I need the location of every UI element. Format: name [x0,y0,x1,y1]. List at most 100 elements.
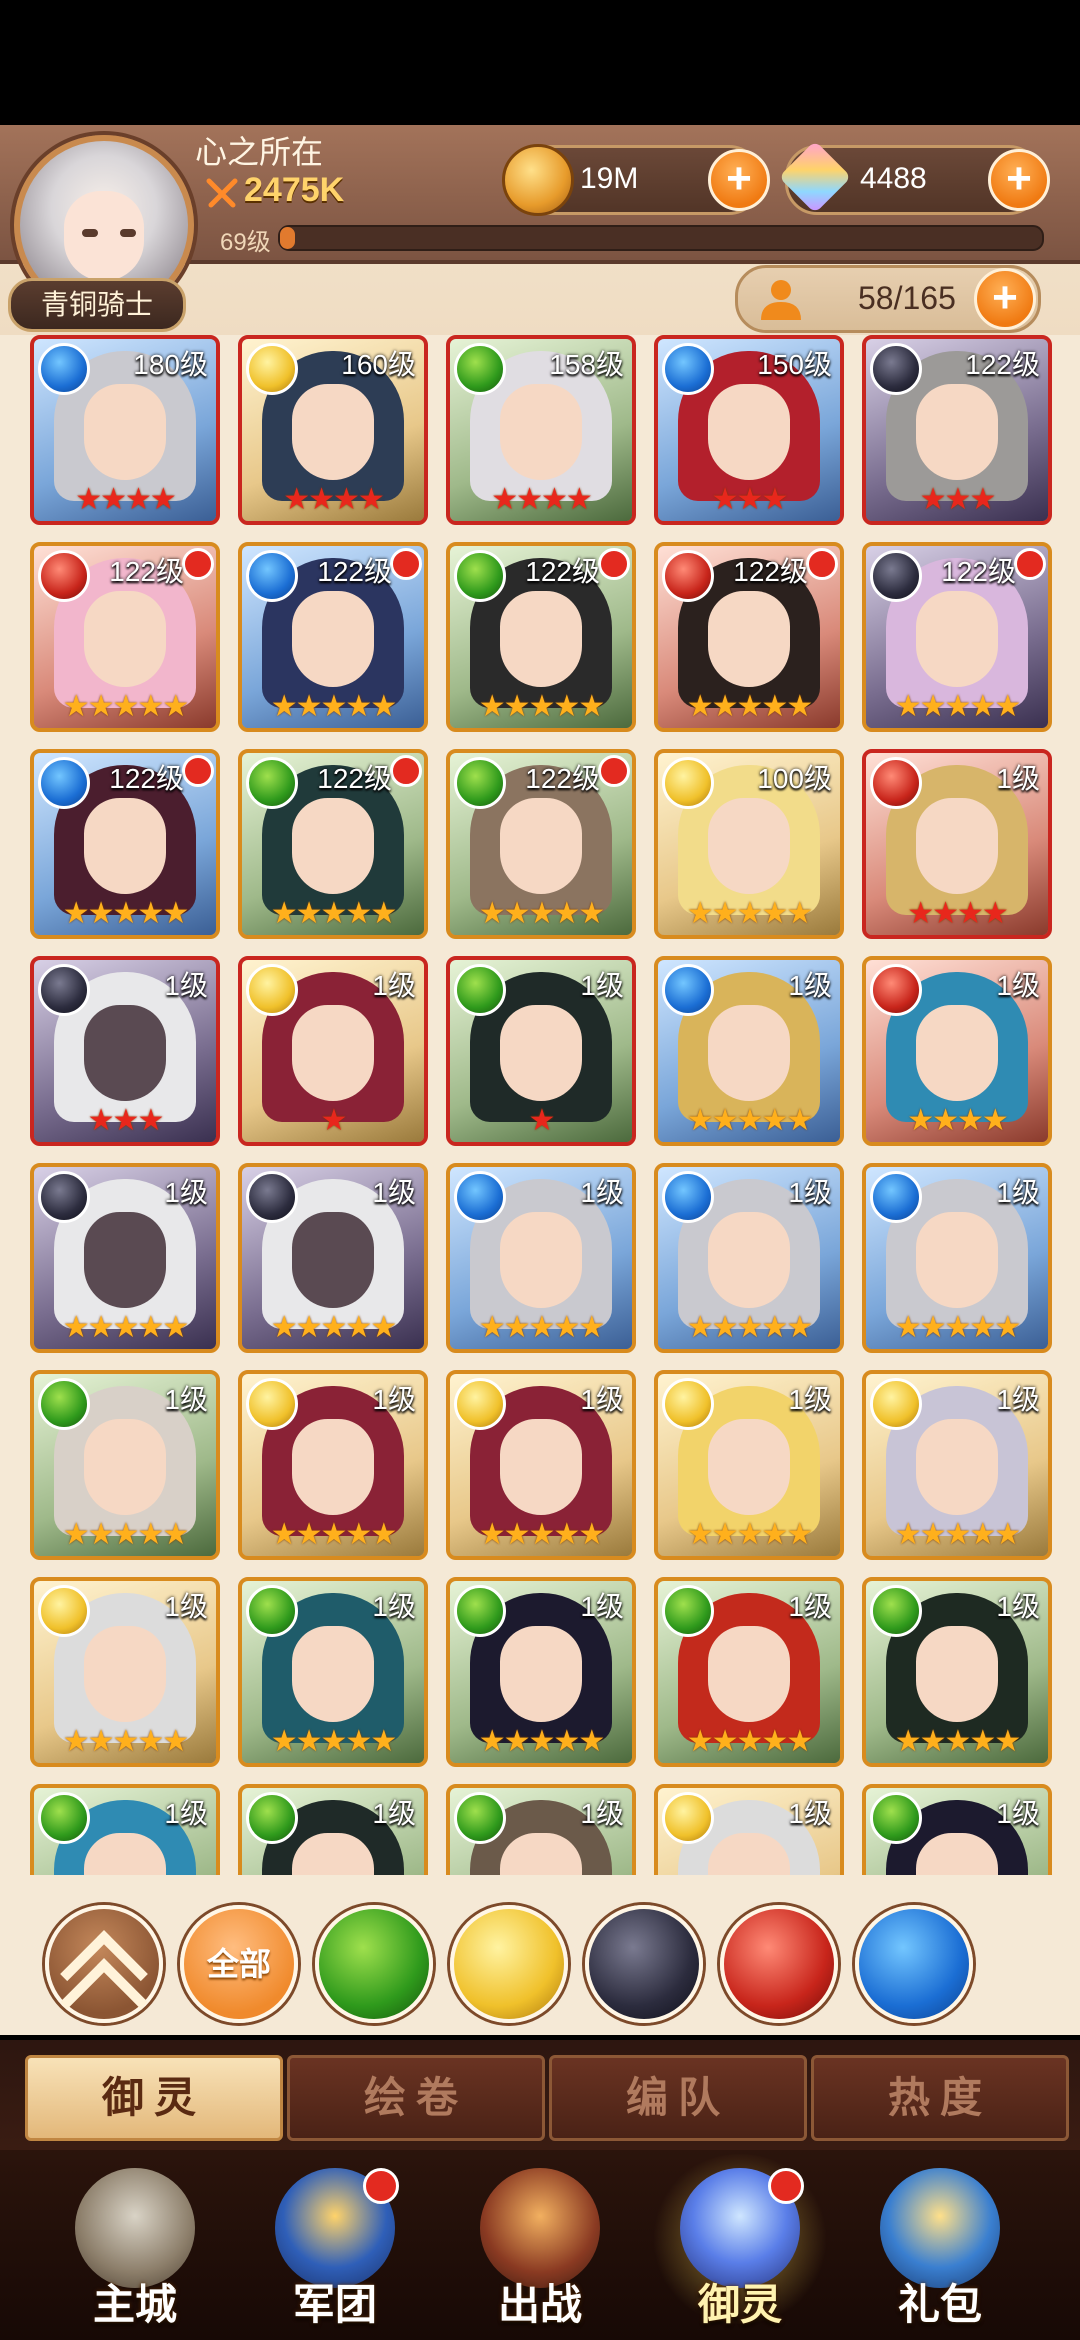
hero-stars: ★★★★★ [894,1725,1021,1758]
hero-level: 1级 [996,1384,1040,1415]
hero-stars: ★★★★★ [686,1725,813,1758]
hero-stars: ★★★★ [907,897,1009,930]
expand-roster-button[interactable]: + [974,268,1036,330]
hero-stars: ★★★★★ [62,897,189,930]
nav-gift-pack[interactable]: 礼包 [860,2168,1020,2338]
wind-element-icon [454,757,506,809]
hero-card[interactable]: 160级 ★★★★ [238,335,428,525]
hero-level: 1级 [788,1177,832,1208]
tab-huijuan[interactable]: 绘卷 [287,2055,545,2141]
tab-biandui[interactable]: 编队 [549,2055,807,2141]
hero-card[interactable]: 1级 [238,1784,428,1875]
light-element-icon [662,1792,714,1844]
hero-card[interactable]: 1级 ★★★★ [862,956,1052,1146]
hero-face [708,1419,790,1515]
nav-legion[interactable]: 军团 [255,2168,415,2338]
wind-element-icon [246,1585,298,1637]
hero-face [84,1419,166,1515]
hero-face [84,1626,166,1722]
filter-light-button[interactable] [450,1905,568,2023]
nav-label: 礼包 [897,2281,982,2328]
hero-card[interactable]: 122级 ★★★★★ [238,749,428,939]
hero-level: 1级 [788,1591,832,1622]
hero-card[interactable]: 1级 ★★★★★ [238,1163,428,1353]
hero-face [500,1212,582,1308]
hero-stars: ★★★★★ [478,690,605,723]
hero-card[interactable]: 122级 ★★★★★ [446,749,636,939]
hero-card[interactable]: 1级 [654,1784,844,1875]
filter-dark-button[interactable] [585,1905,703,2023]
hero-card[interactable]: 1级 ★★★★★ [446,1577,636,1767]
hero-level: 1级 [996,1798,1040,1829]
hero-card[interactable]: 1级 ★★★★★ [30,1370,220,1560]
hero-card[interactable]: 150级 ★★★ [654,335,844,525]
hero-card[interactable]: 1级 [446,1784,636,1875]
dark-element-icon [870,343,922,395]
hero-card[interactable]: 1级 ★★★★★ [654,1577,844,1767]
hero-card[interactable]: 1级 ★★★ [30,956,220,1146]
hero-level: 1级 [788,1384,832,1415]
hero-level: 1级 [996,970,1040,1001]
hero-card[interactable]: 1级 ★★★★★ [654,1163,844,1353]
hero-card[interactable]: 1级 ★★★★★ [862,1370,1052,1560]
hero-card[interactable]: 1级 [30,1784,220,1875]
hero-card[interactable]: 1级 ★★★★★ [30,1163,220,1353]
hero-stars: ★★★★★ [894,1518,1021,1551]
hero-card[interactable]: 122级 ★★★★★ [238,542,428,732]
hero-card[interactable]: 1级 ★★★★★ [446,1370,636,1560]
bottom-nav: 主城 军团 出战 御灵 礼包 [0,2150,1080,2340]
hero-card[interactable]: 158级 ★★★★ [446,335,636,525]
hero-card[interactable]: 1级 ★★★★★ [654,956,844,1146]
hero-face [916,591,998,687]
hero-card[interactable]: 122级 ★★★★★ [862,542,1052,732]
wind-element-icon [870,1792,922,1844]
hero-card[interactable]: 122级 ★★★★★ [30,749,220,939]
collapse-filter-button[interactable] [45,1905,163,2046]
nav-battle[interactable]: 出战 [460,2168,620,2338]
hero-stars: ★★★★★ [686,1104,813,1137]
hero-card[interactable]: 122级 ★★★★★ [30,542,220,732]
tab-redu[interactable]: 热度 [811,2055,1069,2141]
add-gems-button[interactable]: + [988,149,1050,211]
hero-card[interactable]: 122级 ★★★★★ [654,542,844,732]
hero-card[interactable]: 180级 ★★★★ [30,335,220,525]
add-coins-button[interactable]: + [708,149,770,211]
nav-main-city[interactable]: 主城 [55,2168,215,2338]
hero-card[interactable]: 122级 ★★★ [862,335,1052,525]
hero-card[interactable]: 100级 ★★★★★ [654,749,844,939]
hero-face [84,798,166,894]
tab-yuling[interactable]: 御灵 [25,2055,283,2141]
wind-element-icon [454,1585,506,1637]
hero-stars: ★★★★★ [270,897,397,930]
battle-gate-icon [480,2168,600,2288]
notification-dot [363,2168,399,2204]
wind-element-icon [246,757,298,809]
wind-element-icon [662,1585,714,1637]
hero-card[interactable]: 1级 ★★★★★ [654,1370,844,1560]
hero-card[interactable]: 1级 ★★★★★ [30,1577,220,1767]
roster-count: 58/165 [858,280,956,316]
filter-water-button[interactable] [855,1905,973,2023]
hero-card[interactable]: 1级 ★ [446,956,636,1146]
hero-card[interactable]: 1级 ★★★★★ [446,1163,636,1353]
exp-bar-fill [280,227,296,249]
hero-stars: ★ [528,1104,556,1137]
hero-level: 122级 [941,556,1016,587]
nav-yuling[interactable]: 御灵 [650,2154,830,2338]
wind-element-icon [454,964,506,1016]
hero-card[interactable]: 1级 ★★★★★ [238,1577,428,1767]
hero-card[interactable]: 1级 ★★★★ [862,749,1052,939]
hero-stars: ★★★★ [491,483,593,516]
filter-wind-button[interactable] [315,1905,433,2023]
hero-card[interactable]: 1级 [862,1784,1052,1875]
castle-icon [75,2168,195,2288]
hero-card[interactable]: 1级 ★★★★★ [238,1370,428,1560]
hero-card[interactable]: 1级 ★★★★★ [862,1577,1052,1767]
light-element-icon [246,1378,298,1430]
filter-fire-button[interactable] [720,1905,838,2023]
hero-card[interactable]: 1级 ★★★★★ [862,1163,1052,1353]
hero-card[interactable]: 122级 ★★★★★ [446,542,636,732]
filter-all-button[interactable]: 全部 [180,1905,298,2023]
hero-face [916,798,998,894]
hero-card[interactable]: 1级 ★ [238,956,428,1146]
